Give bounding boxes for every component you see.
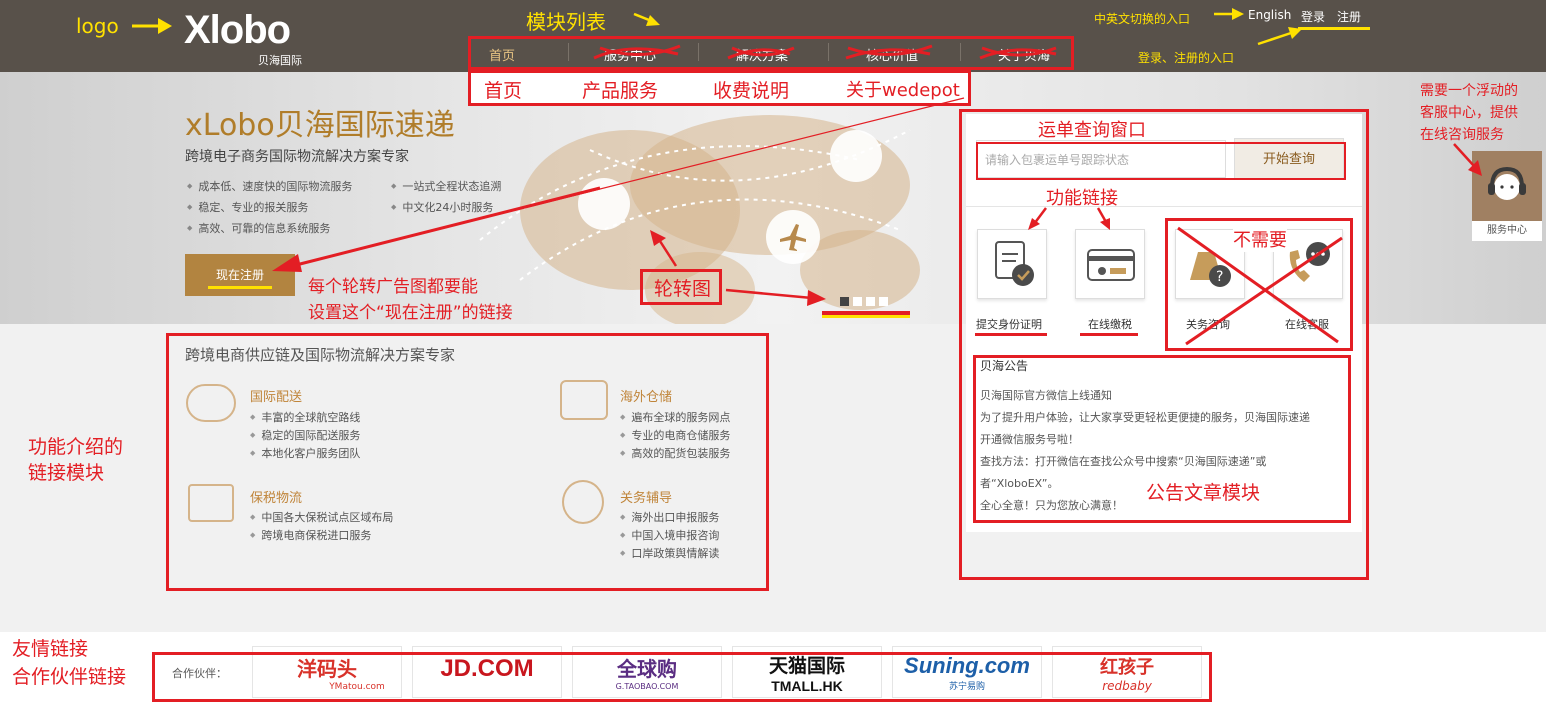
- not-needed-annotation: 不需要: [1233, 226, 1287, 252]
- partners-annotation-box: [152, 652, 1212, 702]
- online-tax-underline: [1080, 333, 1138, 336]
- partner-links-annotation: 合作伙伴链接: [12, 666, 127, 688]
- login-link[interactable]: 登录: [1301, 8, 1325, 25]
- register-link-arrow: [272, 97, 965, 272]
- lang-entry-annotation: 中英文切换的入口: [1094, 12, 1191, 26]
- tracking-window-annotation: 运单查询窗口: [1038, 120, 1146, 141]
- carousel-dot[interactable]: [866, 297, 875, 306]
- friend-links-annotation: 友情链接: [12, 638, 89, 660]
- language-switch-link[interactable]: English: [1248, 8, 1291, 22]
- arrow-right-icon: [1214, 8, 1244, 20]
- logo-annotation: logo: [76, 14, 119, 38]
- tracking-annotation-box: [976, 142, 1346, 180]
- site-logo[interactable]: Xlobo: [184, 8, 291, 53]
- arrow-up-right-icon: [1257, 27, 1302, 46]
- arrow-down-right-icon: [1453, 143, 1482, 176]
- arrow-right-icon: [132, 18, 172, 34]
- login-underline: [1298, 27, 1370, 30]
- nav-annotation-box: [468, 36, 1074, 70]
- carousel-annotation: 轮转图: [654, 278, 712, 300]
- register-underline: [208, 286, 272, 289]
- module-list-annotation: 模块列表: [526, 10, 606, 34]
- arrow-right-icon: [725, 288, 826, 306]
- carousel-underline-yellow: [822, 315, 910, 318]
- cs-note-line2: 客服中心，提供: [1420, 105, 1518, 121]
- register-note-line2: 设置这个“现在注册”的链接: [308, 303, 513, 323]
- cs-note-line1: 需要一个浮动的: [1420, 83, 1518, 99]
- login-entry-annotation: 登录、注册的入口: [1138, 51, 1235, 65]
- feature-intro-annotation-line1: 功能介绍的: [28, 436, 124, 458]
- feature-intro-annotation-line2: 链接模块: [28, 462, 105, 484]
- id-proof-underline: [975, 333, 1047, 336]
- carousel-dot[interactable]: [879, 297, 888, 306]
- services-annotation-box: [166, 333, 769, 591]
- notice-module-annotation: 公告文章模块: [1146, 482, 1261, 504]
- arrow-down-right-icon: [633, 12, 660, 26]
- arrow-up-left-icon: [650, 230, 678, 267]
- service-center-label[interactable]: 服务中心: [1472, 221, 1542, 241]
- register-note-line1: 每个轮转广告图都要能: [308, 277, 478, 297]
- carousel-dot[interactable]: [840, 297, 849, 306]
- carousel-dot[interactable]: [853, 297, 862, 306]
- feature-arrows: [1028, 207, 1110, 230]
- site-logo-subtitle: 贝海国际: [258, 54, 302, 67]
- register-link[interactable]: 注册: [1337, 8, 1361, 25]
